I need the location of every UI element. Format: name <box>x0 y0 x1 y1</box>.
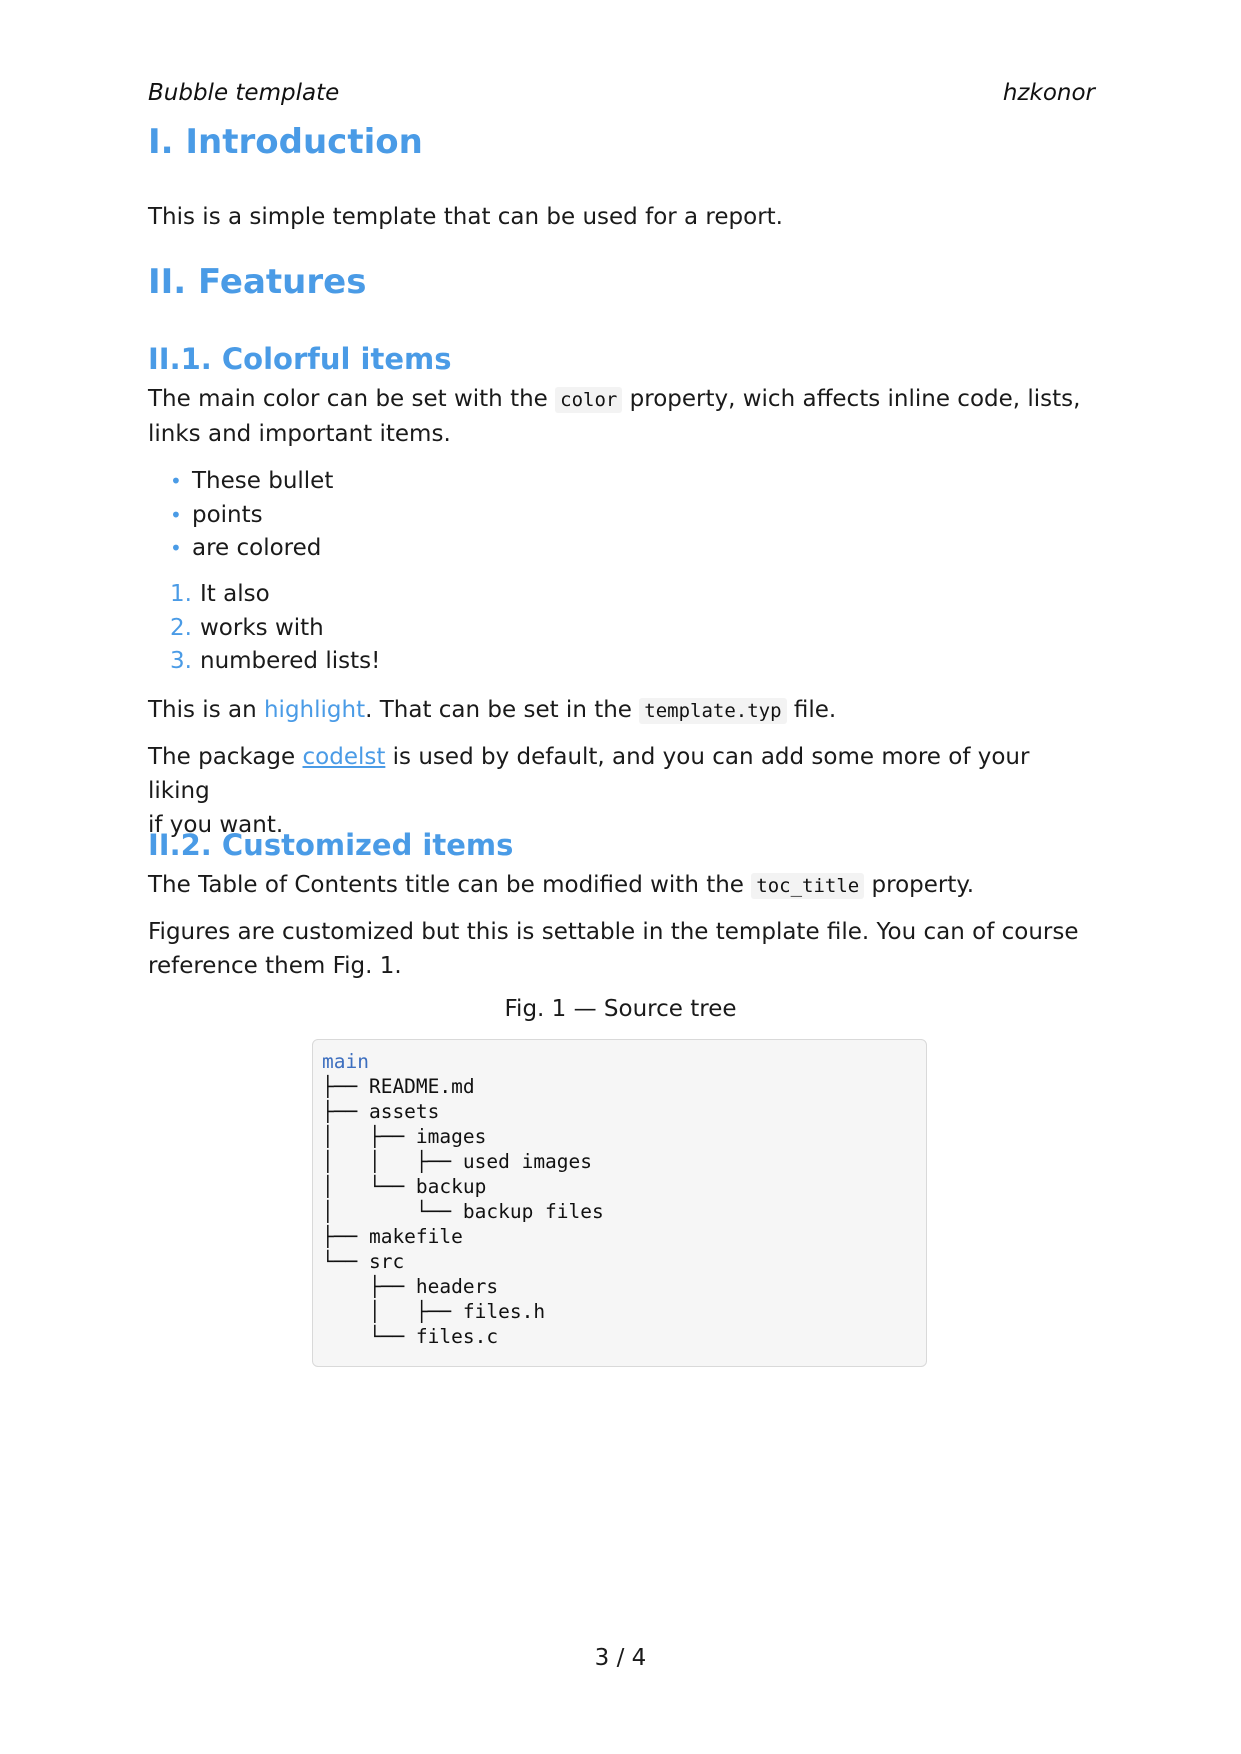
package-text-a: The package <box>148 744 296 770</box>
numbered-text: numbered lists! <box>200 648 381 674</box>
header-author: hzkonor <box>1002 80 1095 106</box>
inline-code-toc-title: toc_title <box>751 873 865 899</box>
bullet-icon: • <box>170 536 182 560</box>
bullet-icon: • <box>170 502 182 527</box>
highlight-text-b: . That can be set in the <box>365 697 632 723</box>
page-number: 3 / 4 <box>594 1645 647 1671</box>
subsection-customized-heading: II.2. Customized items <box>148 828 514 862</box>
code-line: ├── headers <box>322 1275 499 1298</box>
list-item: • are colored <box>170 532 333 566</box>
bullet-list: • These bullet • points • are colored <box>170 465 333 566</box>
colorful-text-a: The main color can be set with the <box>148 386 548 412</box>
highlight-paragraph: This is an highlight. That can be set in… <box>148 693 1098 728</box>
colorful-text-b: property, wich affects inline code, list… <box>629 386 1081 412</box>
list-item: 1. It also <box>170 578 380 612</box>
code-line: │ └── backup files <box>322 1200 604 1223</box>
subsection-colorful-heading: II.1. Colorful items <box>148 342 452 376</box>
numbered-list: 1. It also 2. works with 3. numbered lists! <box>170 578 380 679</box>
colorful-paragraph: The main color can be set with the color… <box>148 382 1098 451</box>
intro-paragraph: This is a simple template that can be us… <box>148 204 783 230</box>
highlight-text-c: file. <box>793 697 837 723</box>
code-line: │ ├── files.h <box>322 1300 546 1323</box>
section-introduction-heading: I. Introduction <box>148 122 423 162</box>
section-features-heading: II. Features <box>148 262 367 302</box>
code-line: ├── README.md <box>322 1075 475 1098</box>
figures-paragraph: Figures are customized but this is setta… <box>148 915 1098 983</box>
code-line: └── src <box>322 1250 405 1273</box>
list-number: 3. <box>170 648 192 674</box>
bullet-text: points <box>192 501 263 528</box>
source-tree-code-block: main ├── README.md ├── assets │ ├── imag… <box>312 1039 927 1367</box>
header-title: Bubble template <box>148 80 340 106</box>
colorful-text-c: links and important items. <box>148 421 451 447</box>
list-item: 3. numbered lists! <box>170 645 380 679</box>
toc-paragraph: The Table of Contents title can be modif… <box>148 868 1098 903</box>
list-number: 2. <box>170 614 192 641</box>
figure-caption: Fig. 1 — Source tree <box>504 996 737 1022</box>
code-line: │ │ ├── used images <box>322 1150 593 1173</box>
inline-code-color: color <box>555 387 623 413</box>
figures-text-b: reference them Fig. 1. <box>148 953 402 979</box>
bullet-text: These bullet <box>192 468 334 494</box>
list-number: 1. <box>170 581 192 607</box>
package-paragraph: The package codelst is used by default, … <box>148 740 1098 842</box>
numbered-text: works with <box>200 614 324 641</box>
code-line: │ ├── images <box>322 1125 487 1148</box>
code-line: main <box>322 1050 369 1073</box>
figures-text-a: Figures are customized but this is setta… <box>148 919 1079 945</box>
numbered-text: It also <box>200 581 270 607</box>
codelst-link[interactable]: codelst <box>303 744 386 770</box>
bullet-icon: • <box>170 469 182 493</box>
code-line: └── files.c <box>322 1325 499 1348</box>
bullet-text: are colored <box>192 535 322 561</box>
code-line: ├── assets <box>322 1100 440 1123</box>
list-item: 2. works with <box>170 612 380 646</box>
code-line: │ └── backup <box>322 1175 487 1198</box>
list-item: • points <box>170 499 333 533</box>
highlight-word: highlight <box>263 697 366 723</box>
toc-text-b: property. <box>871 872 975 898</box>
inline-code-template: template.typ <box>639 698 787 724</box>
list-item: • These bullet <box>170 465 333 499</box>
highlight-text-a: This is an <box>148 697 257 723</box>
toc-text-a: The Table of Contents title can be modif… <box>148 872 744 898</box>
code-line: ├── makefile <box>322 1225 463 1248</box>
